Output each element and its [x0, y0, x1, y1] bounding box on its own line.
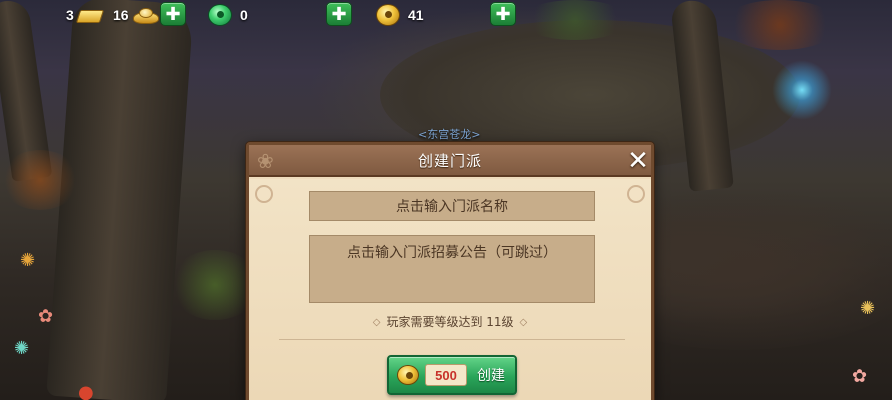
flower-decoration: ✿ — [38, 306, 54, 327]
coin-icon — [397, 365, 419, 385]
divider — [279, 339, 625, 340]
create-sect-button[interactable]: 500 创建 — [387, 355, 517, 395]
create-button-label: 创建 — [477, 368, 505, 384]
dialog-body: 点击输入门派名称 点击输入门派招募公告（可跳过） ◇ 玩家需要等级达到 11级 ◇ … — [249, 179, 651, 400]
create-cost: 500 — [425, 364, 467, 386]
create-sect-dialog: ❀ 创建门派 ✕ 点击输入门派名称 点击输入门派招募公告（可跳过） ◇ 玩家需要等… — [246, 142, 654, 400]
close-button[interactable]: ✕ — [625, 148, 651, 174]
foliage — [0, 150, 80, 210]
resource-bar: 3 16 ✚ 0 ✚ 41 ✚ — [0, 0, 892, 30]
ingot-count: 16 — [113, 7, 129, 23]
gold-bar-icon — [77, 6, 101, 24]
level-requirement-text: 玩家需要等级达到 11级 — [386, 315, 514, 329]
ingot-resource: 16 — [113, 3, 159, 27]
ingot-icon — [132, 6, 159, 24]
coin-count: 41 — [408, 7, 424, 23]
npc-name-label: <东宫苍龙> — [418, 128, 481, 141]
add-jade-button[interactable]: ✚ — [326, 2, 352, 26]
diamond-icon: ◇ — [372, 317, 381, 328]
flower-decoration: ✺ — [860, 298, 876, 319]
flower-decoration: ✺ — [14, 338, 30, 359]
sect-notice-placeholder: 点击输入门派招募公告（可跳过） — [347, 245, 557, 261]
plus-icon: ✚ — [495, 3, 511, 25]
add-ingot-button[interactable]: ✚ — [160, 2, 186, 26]
header-swirl-decoration: ❀ — [257, 149, 274, 173]
jade-resource: 0 — [208, 3, 248, 27]
spirit-glow — [772, 60, 832, 120]
gold-bar-resource: 3 — [66, 3, 101, 27]
sect-notice-input[interactable]: 点击输入门派招募公告（可跳过） — [309, 235, 595, 303]
plus-icon: ✚ — [331, 3, 347, 25]
corner-decoration — [627, 185, 645, 203]
corner-decoration — [255, 185, 273, 203]
level-requirement: ◇ 玩家需要等级达到 11级 ◇ — [249, 313, 651, 330]
flower-decoration: ● — [78, 382, 94, 400]
flower-decoration: ✿ — [852, 366, 868, 387]
coin-resource: 41 — [376, 3, 424, 27]
close-icon: ✕ — [627, 146, 649, 176]
dialog-header: ❀ 创建门派 ✕ — [249, 145, 651, 177]
diamond-icon: ◇ — [519, 317, 528, 328]
gold-bar-count: 3 — [66, 7, 74, 23]
sect-name-input[interactable]: 点击输入门派名称 — [309, 191, 595, 221]
plus-icon: ✚ — [165, 3, 181, 25]
coin-icon — [376, 4, 400, 26]
add-coin-button[interactable]: ✚ — [490, 2, 516, 26]
flower-decoration: ✺ — [20, 250, 36, 271]
jade-icon — [208, 4, 232, 26]
jade-count: 0 — [240, 7, 248, 23]
sect-name-placeholder: 点击输入门派名称 — [396, 199, 508, 215]
dialog-title: 创建门派 — [417, 151, 482, 170]
